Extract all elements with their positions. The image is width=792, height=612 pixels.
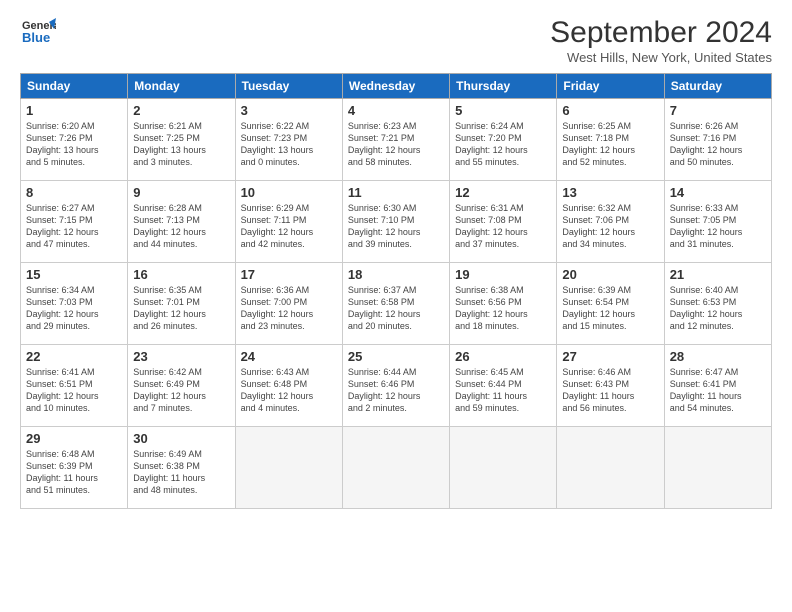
day-17: 17 Sunrise: 6:36 AMSunset: 7:00 PMDaylig… — [235, 263, 342, 345]
day-29: 29 Sunrise: 6:48 AMSunset: 6:39 PMDaylig… — [21, 427, 128, 509]
day-28: 28 Sunrise: 6:47 AMSunset: 6:41 PMDaylig… — [664, 345, 771, 427]
day-11: 11 Sunrise: 6:30 AMSunset: 7:10 PMDaylig… — [342, 181, 449, 263]
week-row-1: 1 Sunrise: 6:20 AMSunset: 7:26 PMDayligh… — [21, 99, 772, 181]
week-row-3: 15 Sunrise: 6:34 AMSunset: 7:03 PMDaylig… — [21, 263, 772, 345]
day-22: 22 Sunrise: 6:41 AMSunset: 6:51 PMDaylig… — [21, 345, 128, 427]
header-tuesday: Tuesday — [235, 74, 342, 99]
month-title: September 2024 — [550, 16, 772, 50]
day-16: 16 Sunrise: 6:35 AMSunset: 7:01 PMDaylig… — [128, 263, 235, 345]
svg-text:Blue: Blue — [22, 30, 50, 45]
day-6: 6 Sunrise: 6:25 AMSunset: 7:18 PMDayligh… — [557, 99, 664, 181]
day-20: 20 Sunrise: 6:39 AMSunset: 6:54 PMDaylig… — [557, 263, 664, 345]
week-row-2: 8 Sunrise: 6:27 AMSunset: 7:15 PMDayligh… — [21, 181, 772, 263]
title-area: September 2024 West Hills, New York, Uni… — [550, 16, 772, 65]
day-19: 19 Sunrise: 6:38 AMSunset: 6:56 PMDaylig… — [450, 263, 557, 345]
header-monday: Monday — [128, 74, 235, 99]
weekday-header-row: Sunday Monday Tuesday Wednesday Thursday… — [21, 74, 772, 99]
week-row-5: 29 Sunrise: 6:48 AMSunset: 6:39 PMDaylig… — [21, 427, 772, 509]
header-thursday: Thursday — [450, 74, 557, 99]
header-area: General Blue September 2024 West Hills, … — [20, 16, 772, 65]
logo: General Blue — [20, 16, 56, 52]
day-1: 1 Sunrise: 6:20 AMSunset: 7:26 PMDayligh… — [21, 99, 128, 181]
day-7: 7 Sunrise: 6:26 AMSunset: 7:16 PMDayligh… — [664, 99, 771, 181]
day-30: 30 Sunrise: 6:49 AMSunset: 6:38 PMDaylig… — [128, 427, 235, 509]
day-25: 25 Sunrise: 6:44 AMSunset: 6:46 PMDaylig… — [342, 345, 449, 427]
calendar: Sunday Monday Tuesday Wednesday Thursday… — [20, 73, 772, 509]
day-12: 12 Sunrise: 6:31 AMSunset: 7:08 PMDaylig… — [450, 181, 557, 263]
empty-cell-5 — [664, 427, 771, 509]
day-26: 26 Sunrise: 6:45 AMSunset: 6:44 PMDaylig… — [450, 345, 557, 427]
day-18: 18 Sunrise: 6:37 AMSunset: 6:58 PMDaylig… — [342, 263, 449, 345]
day-21: 21 Sunrise: 6:40 AMSunset: 6:53 PMDaylig… — [664, 263, 771, 345]
day-24: 24 Sunrise: 6:43 AMSunset: 6:48 PMDaylig… — [235, 345, 342, 427]
day-23: 23 Sunrise: 6:42 AMSunset: 6:49 PMDaylig… — [128, 345, 235, 427]
location: West Hills, New York, United States — [550, 50, 772, 65]
day-14: 14 Sunrise: 6:33 AMSunset: 7:05 PMDaylig… — [664, 181, 771, 263]
day-5: 5 Sunrise: 6:24 AMSunset: 7:20 PMDayligh… — [450, 99, 557, 181]
header-saturday: Saturday — [664, 74, 771, 99]
day-13: 13 Sunrise: 6:32 AMSunset: 7:06 PMDaylig… — [557, 181, 664, 263]
day-8: 8 Sunrise: 6:27 AMSunset: 7:15 PMDayligh… — [21, 181, 128, 263]
empty-cell-2 — [342, 427, 449, 509]
day-3: 3 Sunrise: 6:22 AMSunset: 7:23 PMDayligh… — [235, 99, 342, 181]
week-row-4: 22 Sunrise: 6:41 AMSunset: 6:51 PMDaylig… — [21, 345, 772, 427]
header-wednesday: Wednesday — [342, 74, 449, 99]
day-27: 27 Sunrise: 6:46 AMSunset: 6:43 PMDaylig… — [557, 345, 664, 427]
day-4: 4 Sunrise: 6:23 AMSunset: 7:21 PMDayligh… — [342, 99, 449, 181]
logo-svg: General Blue — [20, 16, 56, 52]
day-9: 9 Sunrise: 6:28 AMSunset: 7:13 PMDayligh… — [128, 181, 235, 263]
day-2: 2 Sunrise: 6:21 AMSunset: 7:25 PMDayligh… — [128, 99, 235, 181]
empty-cell-1 — [235, 427, 342, 509]
empty-cell-3 — [450, 427, 557, 509]
empty-cell-4 — [557, 427, 664, 509]
day-10: 10 Sunrise: 6:29 AMSunset: 7:11 PMDaylig… — [235, 181, 342, 263]
header-sunday: Sunday — [21, 74, 128, 99]
header-friday: Friday — [557, 74, 664, 99]
page: General Blue September 2024 West Hills, … — [0, 0, 792, 612]
day-15: 15 Sunrise: 6:34 AMSunset: 7:03 PMDaylig… — [21, 263, 128, 345]
